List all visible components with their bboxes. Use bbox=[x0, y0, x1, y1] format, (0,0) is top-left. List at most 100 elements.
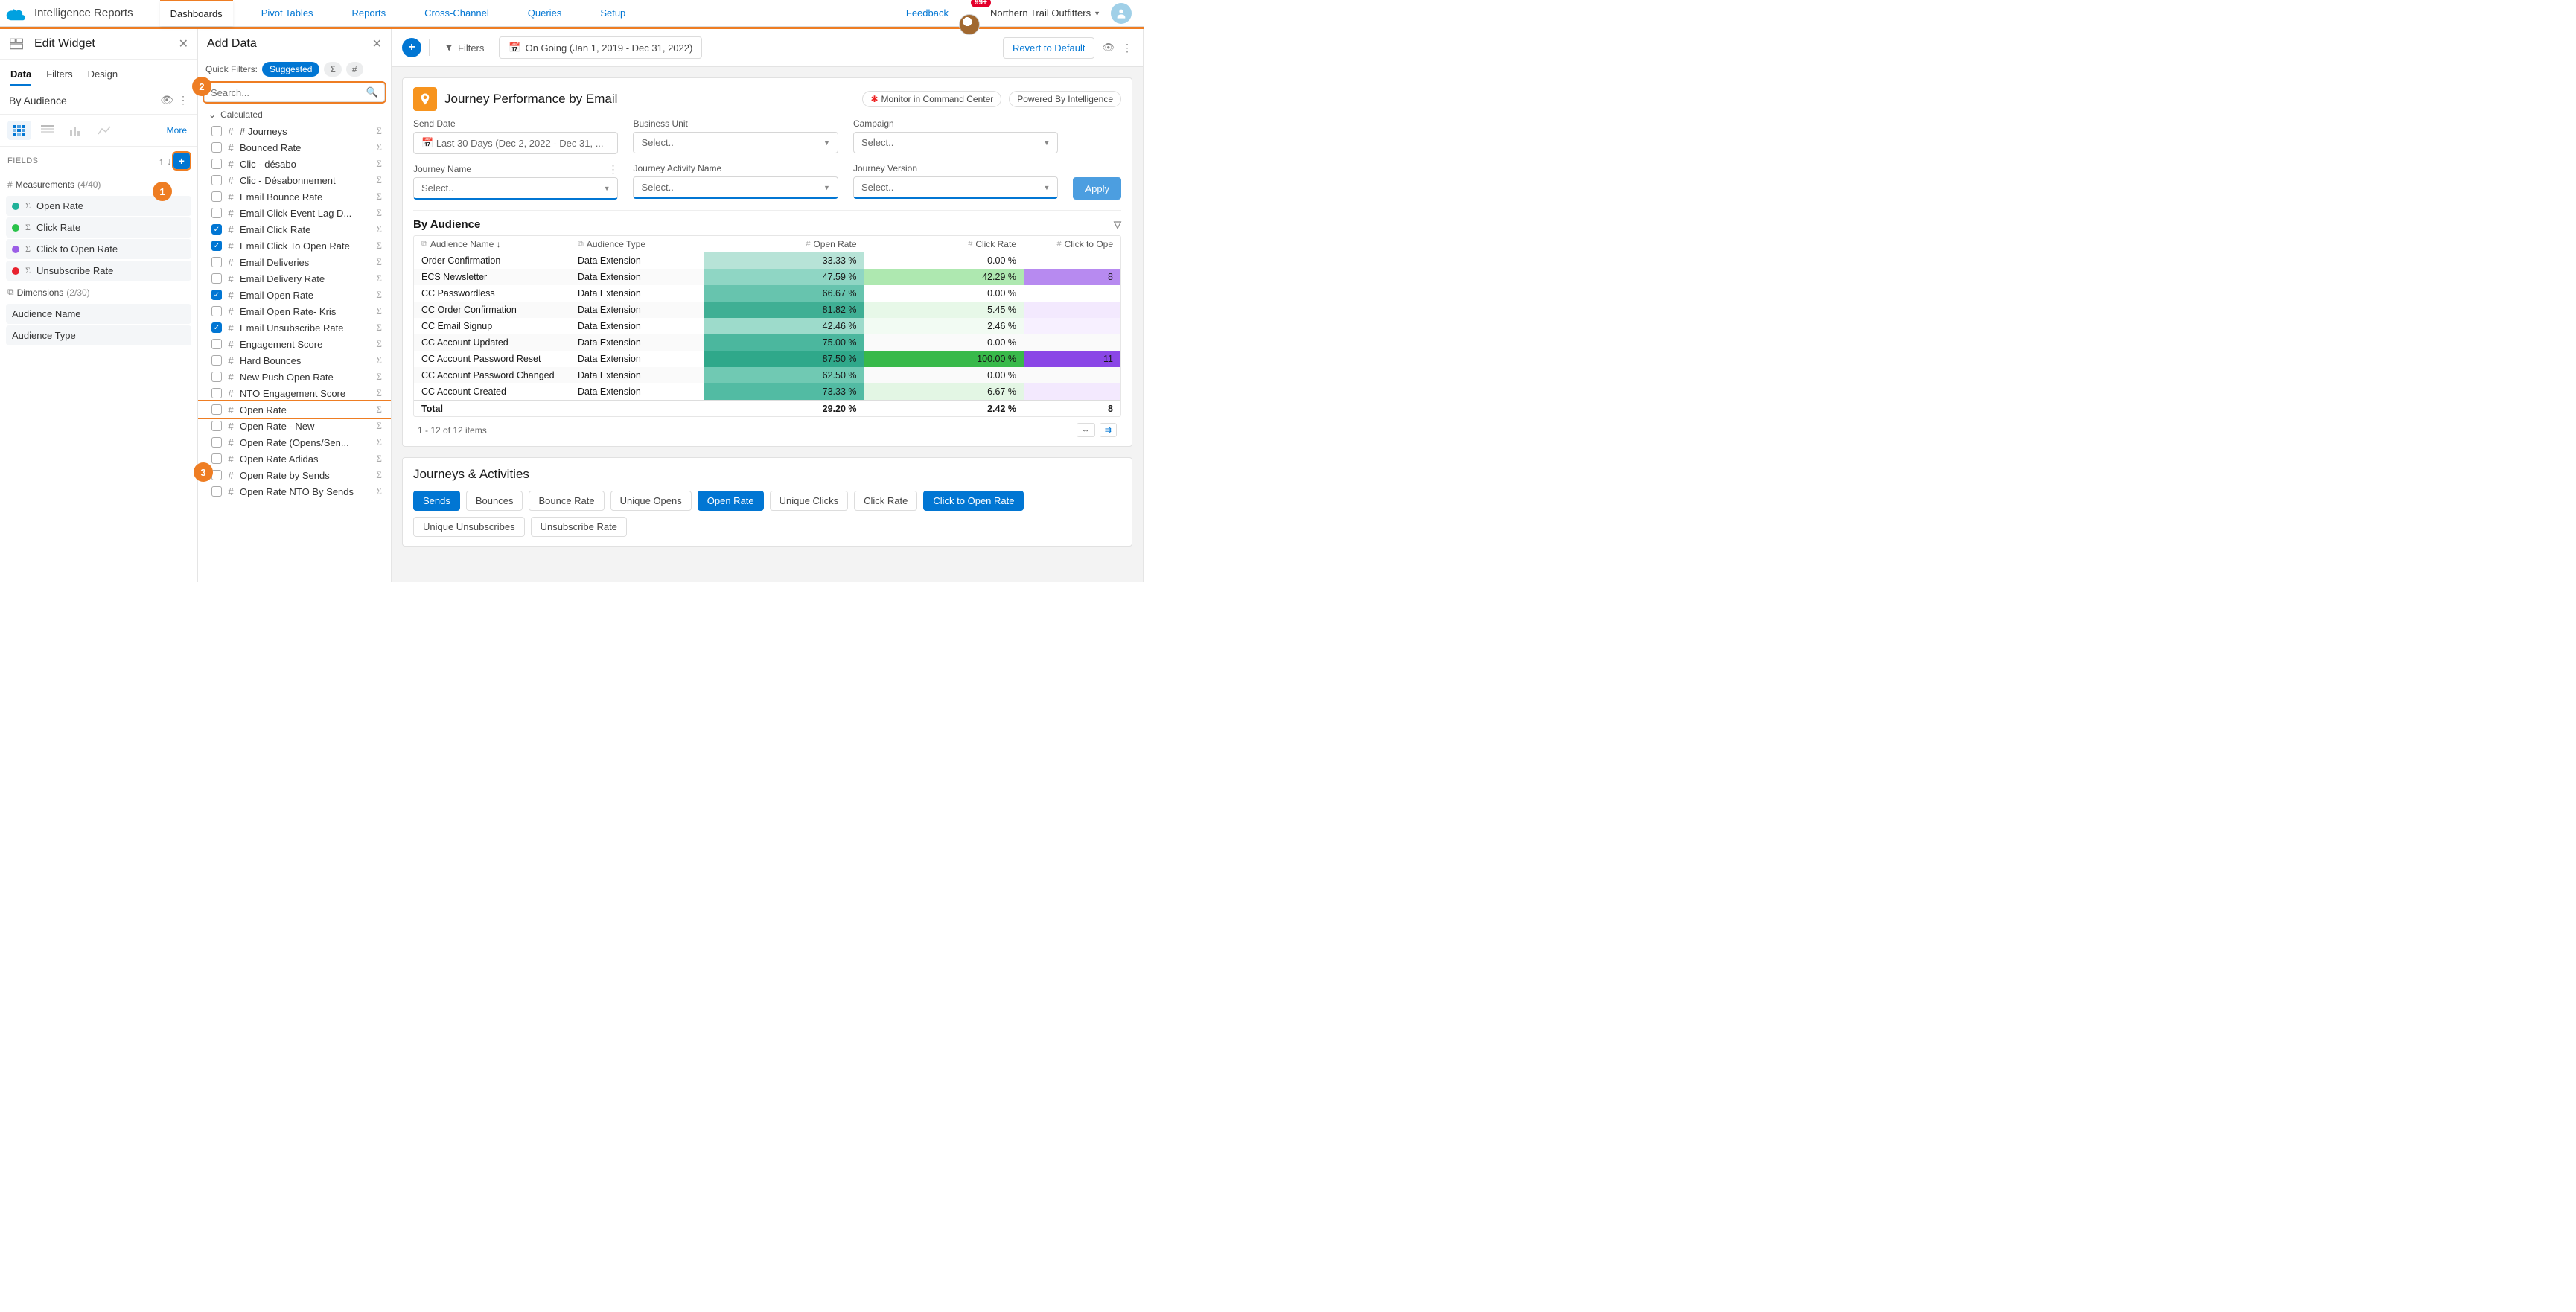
table-row[interactable]: CC Account Password ChangedData Extensio… bbox=[414, 367, 1120, 383]
field-row[interactable]: #Email Delivery RateΣ bbox=[198, 270, 391, 287]
table-row[interactable]: CC Email SignupData Extension42.46 %2.46… bbox=[414, 318, 1120, 334]
checkbox[interactable] bbox=[211, 273, 222, 284]
metric-pill[interactable]: Click Rate bbox=[854, 491, 917, 511]
bu-select[interactable]: Select..▼ bbox=[633, 132, 838, 153]
table-row[interactable]: ECS NewsletterData Extension47.59 %42.29… bbox=[414, 269, 1120, 285]
journey-activity-select[interactable]: Select..▼ bbox=[633, 176, 838, 199]
metric-pill[interactable]: Unique Opens bbox=[610, 491, 692, 511]
checkbox[interactable] bbox=[211, 257, 222, 267]
checkbox[interactable] bbox=[211, 142, 222, 153]
viz-bar-icon[interactable] bbox=[64, 121, 88, 140]
dimension-item[interactable]: Audience Name bbox=[6, 304, 191, 324]
checkbox[interactable] bbox=[211, 175, 222, 185]
user-avatar[interactable] bbox=[1111, 3, 1132, 24]
checkbox[interactable] bbox=[211, 388, 222, 398]
field-row[interactable]: #Open Rate - NewΣ bbox=[198, 418, 391, 434]
expand-horiz-icon[interactable]: ↔ bbox=[1077, 423, 1095, 437]
checkbox[interactable] bbox=[211, 470, 222, 480]
field-row[interactable]: #Email Unsubscribe RateΣ bbox=[198, 319, 391, 336]
filters-button[interactable]: Filters bbox=[437, 39, 491, 57]
field-row[interactable]: #New Push Open RateΣ bbox=[198, 369, 391, 385]
tab-queries[interactable]: Queries bbox=[517, 1, 573, 25]
checkbox[interactable] bbox=[211, 224, 222, 235]
checkbox[interactable] bbox=[211, 126, 222, 136]
tab-setup[interactable]: Setup bbox=[590, 1, 636, 25]
group-calculated[interactable]: ⌄ Calculated bbox=[198, 104, 391, 123]
metric-pill[interactable]: Unique Clicks bbox=[770, 491, 848, 511]
checkbox[interactable] bbox=[211, 453, 222, 464]
funnel-icon[interactable]: ▽ bbox=[1114, 219, 1121, 231]
checkbox[interactable] bbox=[211, 437, 222, 448]
checkbox[interactable] bbox=[211, 290, 222, 300]
checkbox[interactable] bbox=[211, 306, 222, 316]
metric-pill[interactable]: Unsubscribe Rate bbox=[531, 517, 627, 537]
revert-button[interactable]: Revert to Default bbox=[1003, 37, 1095, 59]
table-row[interactable]: CC Order ConfirmationData Extension81.82… bbox=[414, 302, 1120, 318]
checkbox[interactable] bbox=[211, 486, 222, 497]
metric-pill[interactable]: Open Rate bbox=[698, 491, 764, 511]
kebab-icon[interactable]: ⋮ bbox=[608, 163, 618, 176]
viz-more-link[interactable]: More bbox=[167, 125, 190, 136]
journey-name-select[interactable]: Select..▼ bbox=[413, 177, 618, 200]
measurement-item[interactable]: ΣClick Rate bbox=[6, 217, 191, 238]
field-row[interactable]: #Clic - désaboΣ bbox=[198, 156, 391, 172]
sort-asc-icon[interactable]: ↑ bbox=[159, 156, 164, 167]
sigma-filter-chip[interactable]: Σ bbox=[324, 62, 341, 77]
field-row[interactable]: #Email Click To Open RateΣ bbox=[198, 238, 391, 254]
tab-dashboards[interactable]: Dashboards bbox=[160, 0, 233, 26]
checkbox[interactable] bbox=[211, 191, 222, 202]
field-row[interactable]: #Clic - DésabonnementΣ bbox=[198, 172, 391, 188]
table-row[interactable]: Order ConfirmationData Extension33.33 %0… bbox=[414, 252, 1120, 269]
kebab-icon[interactable]: ⋮ bbox=[1122, 42, 1132, 54]
notifications[interactable]: 99+ bbox=[959, 3, 980, 24]
campaign-select[interactable]: Select..▼ bbox=[853, 132, 1059, 153]
field-row[interactable]: #Open Rate (Opens/Sen...Σ bbox=[198, 434, 391, 450]
checkbox[interactable] bbox=[211, 355, 222, 366]
field-row[interactable]: #Email Click Event Lag D...Σ bbox=[198, 205, 391, 221]
tab-reports[interactable]: Reports bbox=[342, 1, 397, 25]
field-row[interactable]: #Email Open Rate- KrisΣ bbox=[198, 303, 391, 319]
feedback-link[interactable]: Feedback bbox=[906, 7, 949, 19]
monitor-chip[interactable]: ✱ Monitor in Command Center bbox=[862, 91, 1001, 107]
close-icon[interactable]: ✕ bbox=[179, 36, 188, 51]
field-row[interactable]: #NTO Engagement ScoreΣ bbox=[198, 385, 391, 401]
metric-pill[interactable]: Click to Open Rate bbox=[923, 491, 1024, 511]
checkbox[interactable] bbox=[211, 339, 222, 349]
checkbox[interactable] bbox=[211, 421, 222, 431]
checkbox[interactable] bbox=[211, 241, 222, 251]
field-row[interactable]: #Hard BouncesΣ bbox=[198, 352, 391, 369]
field-row[interactable]: ## JourneysΣ bbox=[198, 123, 391, 139]
eye-icon[interactable]: 👁 bbox=[160, 94, 173, 106]
kebab-icon[interactable]: ⋮ bbox=[178, 94, 188, 106]
field-row[interactable]: #Engagement ScoreΣ bbox=[198, 336, 391, 352]
tab-pivot-tables[interactable]: Pivot Tables bbox=[251, 1, 324, 25]
add-field-button[interactable]: + bbox=[173, 153, 190, 169]
subtab-design[interactable]: Design bbox=[88, 64, 118, 86]
field-row[interactable]: #Email Open RateΣ bbox=[198, 287, 391, 303]
metric-pill[interactable]: Bounces bbox=[466, 491, 523, 511]
org-switcher[interactable]: Northern Trail Outfitters ▼ bbox=[990, 7, 1100, 19]
eye-icon[interactable]: 👁 bbox=[1102, 42, 1115, 54]
table-row[interactable]: CC Account UpdatedData Extension75.00 %0… bbox=[414, 334, 1120, 351]
table-row[interactable]: CC Account CreatedData Extension73.33 %6… bbox=[414, 383, 1120, 400]
send-date-select[interactable]: 📅 Last 30 Days (Dec 2, 2022 - Dec 31, ..… bbox=[413, 132, 618, 154]
metric-pill[interactable]: Sends bbox=[413, 491, 460, 511]
search-field-wrap[interactable]: 🔍 bbox=[204, 83, 385, 102]
checkbox[interactable] bbox=[211, 208, 222, 218]
field-row[interactable]: #Email DeliveriesΣ bbox=[198, 254, 391, 270]
next-page-icon[interactable]: ⇉ bbox=[1100, 423, 1117, 437]
search-input[interactable] bbox=[211, 87, 366, 98]
date-range-button[interactable]: 📅 On Going (Jan 1, 2019 - Dec 31, 2022) bbox=[499, 36, 702, 59]
hash-filter-chip[interactable]: # bbox=[346, 62, 363, 77]
subtab-filters[interactable]: Filters bbox=[46, 64, 72, 86]
viz-table-icon[interactable] bbox=[36, 121, 60, 140]
arrow-down-icon[interactable]: ↓ bbox=[497, 239, 501, 249]
field-row[interactable]: #Email Bounce RateΣ bbox=[198, 188, 391, 205]
checkbox[interactable] bbox=[211, 322, 222, 333]
field-row[interactable]: #Open Rate AdidasΣ bbox=[198, 450, 391, 467]
table-row[interactable]: CC PasswordlessData Extension66.67 %0.00… bbox=[414, 285, 1120, 302]
checkbox[interactable] bbox=[211, 372, 222, 382]
field-row[interactable]: #Email Click RateΣ bbox=[198, 221, 391, 238]
dimension-item[interactable]: Audience Type bbox=[6, 325, 191, 345]
field-row[interactable]: #Open Rate NTO By SendsΣ bbox=[198, 483, 391, 500]
